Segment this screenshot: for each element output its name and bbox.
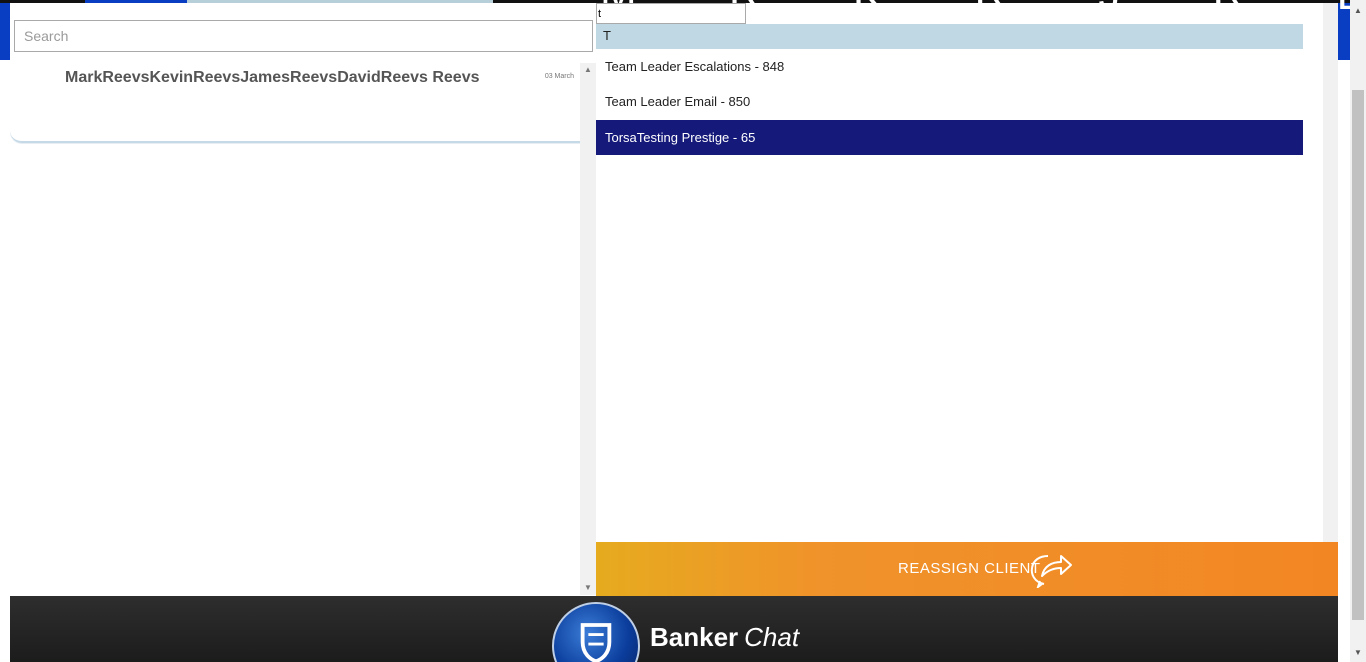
page-scroll-down-icon[interactable]: ▼ <box>1350 646 1366 660</box>
chat-list: MarkReevsKevinReevsJamesReevsDavidReevs … <box>10 63 580 595</box>
reassign-client-label: REASSIGN CLIENT <box>898 560 1041 577</box>
footer-bar: Banker Chat <box>10 596 1338 662</box>
scroll-up-arrow-icon[interactable]: ▲ <box>580 63 596 77</box>
reassign-list-scrollbar[interactable] <box>1323 3 1338 542</box>
search-input[interactable] <box>14 20 593 52</box>
agent-filter-input[interactable] <box>596 3 746 24</box>
option-group-header: T <box>596 24 1303 49</box>
chat-list-item[interactable]: MarkReevsKevinReevsJamesReevsDavidReevs … <box>10 63 580 143</box>
bank-shield-icon <box>580 623 612 662</box>
share-arrow-icon <box>1030 555 1072 588</box>
reassign-panel: T Team Leader Escalations - 848 Team Lea… <box>596 3 1338 597</box>
page-scrollbar[interactable]: ▲ ▼ <box>1350 0 1366 662</box>
page-scroll-up-icon[interactable]: ▲ <box>1350 4 1366 18</box>
agent-option[interactable]: Team Leader Escalations - 848 <box>596 49 1303 84</box>
brand-title-bold: Banker <box>650 622 739 652</box>
chat-contact-name: MarkReevsKevinReevsJamesReevsDavidReevs … <box>65 69 480 86</box>
chat-date: 03 March <box>544 73 574 80</box>
shield-logo-icon <box>552 602 640 662</box>
chat-list-panel: MarkReevsKevinReevsJamesReevsDavidReevs … <box>10 3 596 597</box>
reassign-client-button[interactable]: REASSIGN CLIENT <box>596 542 1338 597</box>
agent-option[interactable]: Team Leader Email - 850 <box>596 84 1303 119</box>
scroll-down-arrow-icon[interactable]: ▼ <box>580 581 596 595</box>
brand-title: Banker Chat <box>650 622 799 653</box>
brand-title-italic: Chat <box>744 622 800 652</box>
page-scroll-thumb[interactable] <box>1352 90 1364 620</box>
agent-option-selected[interactable]: TorsaTesting Prestige - 65 <box>596 120 1303 155</box>
chat-list-scrollbar[interactable]: ▲ ▼ <box>580 63 596 595</box>
app-root: M R K R J R D R MarkReevsKevinReevsJames… <box>0 0 1366 662</box>
